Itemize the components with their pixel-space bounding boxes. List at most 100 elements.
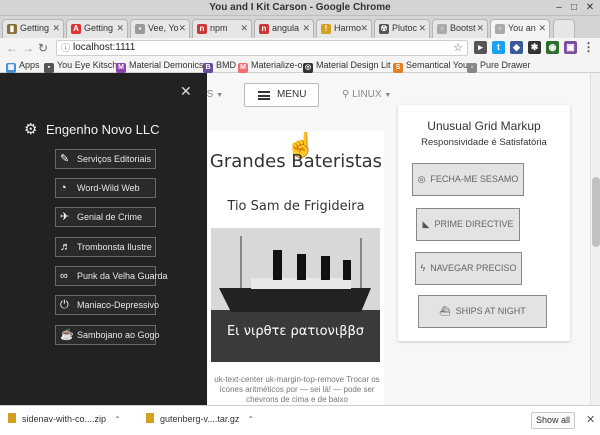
tab-label: Getting — [20, 23, 50, 33]
sidenav-item-sambojano[interactable]: ☕ Sambojano ao Gogo — [55, 325, 160, 345]
tab-close-icon[interactable]: ✕ — [240, 20, 248, 37]
card-title: Grandes Bateristas — [209, 151, 383, 172]
maximize-icon[interactable]: □ — [567, 2, 581, 14]
angular-icon: A — [71, 24, 81, 34]
extension-icon[interactable]: ▣ — [564, 41, 577, 54]
back-icon[interactable]: ← — [6, 40, 18, 56]
sidenav-item-servicos[interactable]: ✎ Serviços Editoriais — [55, 149, 156, 169]
tab-close-icon[interactable]: ✕ — [418, 20, 426, 37]
bookmark-item[interactable]: M Materialize-o — [238, 59, 303, 73]
browser-toolbar: ← → ↻ ⓘ localhost:1111 ☆ ▸ t ◆ ✱ ◉ ▣ ⋮ — [0, 38, 600, 58]
bookmark-icon: ▪ — [44, 63, 54, 73]
download-item[interactable]: gutenberg-v....tar.gz ⌃ — [146, 413, 254, 424]
bookmark-icon: M — [238, 63, 248, 73]
bookmark-icon: ▫ — [467, 63, 477, 73]
fecha-me-sesamo-button[interactable]: ◎ FECHA-ME SESAMO — [412, 163, 524, 196]
card-grid-markup: Unusual Grid Markup Responsividade é Sat… — [398, 105, 570, 341]
forward-icon[interactable]: → — [22, 40, 34, 56]
twitter-icon[interactable]: t — [492, 41, 505, 54]
address-bar[interactable]: ⓘ localhost:1111 ☆ — [56, 40, 468, 56]
menu-kebab-icon[interactable]: ⋮ — [582, 41, 595, 54]
ships-at-night-button[interactable]: ⛴ SHIPS AT NIGHT — [418, 295, 547, 328]
archive-icon — [8, 413, 16, 423]
tab-close-icon[interactable]: ✕ — [476, 20, 484, 37]
extension-icon[interactable]: ◆ — [510, 41, 523, 54]
new-tab-button[interactable] — [553, 19, 575, 38]
browser-tab[interactable]: ! Harmo ✕ — [316, 19, 372, 38]
bookmark-item[interactable]: B BMD — [203, 59, 236, 73]
tab-close-icon[interactable]: ✕ — [116, 20, 124, 37]
info-icon[interactable]: ⓘ — [61, 41, 70, 55]
menu-button[interactable]: MENU — [244, 83, 319, 107]
extension-icon[interactable]: ▸ — [474, 41, 487, 54]
card-body-text: uk-text-center uk-margin-top-remove Troc… — [214, 375, 380, 404]
tab-label: Harmo — [334, 23, 362, 33]
image-caption: Ει νιρθτε ρατιονιββσ — [226, 324, 365, 339]
infinity-icon: ∞ — [60, 270, 68, 282]
page-icon: ▫ — [437, 24, 447, 34]
bookmark-item[interactable]: ◎ Material Design Lit — [303, 59, 391, 73]
tab-close-icon[interactable]: ✕ — [302, 20, 310, 37]
bolt-icon: ϟ — [420, 263, 426, 273]
sidenav-item-crime[interactable]: ✈ Genial de Crime — [55, 207, 156, 227]
coffee-icon: ☕ — [60, 329, 74, 341]
browser-tab[interactable]: ☢ Plutoc ✕ — [374, 19, 430, 38]
browser-tab[interactable]: ▫ Bootst ✕ — [432, 19, 488, 38]
sidenav-item-web[interactable]: ◔ Word-Wild Web — [55, 178, 156, 198]
close-icon[interactable]: ✕ — [586, 413, 595, 426]
sidenav-panel: ✕ ⚙ Engenho Novo LLC ✎ Serviços Editoriais… — [0, 73, 207, 405]
chevron-up-icon[interactable]: ⌃ — [114, 415, 121, 424]
bookmark-apps[interactable]: ▦ Apps — [6, 59, 40, 73]
shoe-icon: ◣ — [422, 219, 430, 229]
browser-tab[interactable]: n npm ✕ — [192, 19, 252, 38]
tab-close-icon[interactable]: ✕ — [52, 20, 60, 37]
sidenav-item-punk[interactable]: ∞ Punk da Velha Guarda — [55, 266, 168, 286]
scrollbar-thumb[interactable] — [592, 177, 600, 247]
bookmark-item[interactable]: S Semantical You — [393, 59, 468, 73]
prime-directive-button[interactable]: ◣ PRIME DIRECTIVE — [416, 208, 520, 241]
browser-tab[interactable]: n angula ✕ — [254, 19, 314, 38]
extension-icon[interactable]: ◉ — [546, 41, 559, 54]
extension-icon[interactable]: ✱ — [528, 41, 541, 54]
bookmark-item[interactable]: M Material Demonics — [116, 59, 204, 73]
npm-icon: n — [259, 24, 269, 34]
ship-photo: Ει νιρθτε ρατιονιββσ — [211, 228, 380, 362]
nav-item-linux[interactable]: ⚲ LINUX ▼ — [342, 84, 391, 107]
tab-label: angula — [272, 23, 300, 33]
tab-label: Bootst — [450, 23, 476, 33]
browser-tab[interactable]: ▪ Vee, Yo ✕ — [130, 19, 190, 38]
tab-close-icon[interactable]: ✕ — [538, 20, 546, 37]
close-icon[interactable]: ✕ — [180, 83, 192, 100]
window-titlebar: You and I Kit Carson - Google Chrome – □… — [0, 0, 600, 16]
browser-tab[interactable]: ▮ Getting ✕ — [2, 19, 64, 38]
tab-close-icon[interactable]: ✕ — [360, 20, 368, 37]
book-icon: ▮ — [7, 24, 17, 34]
gears-icon: ⚙ — [24, 121, 38, 138]
bookmark-item[interactable]: ▫ Pure Drawer — [467, 59, 531, 73]
sidenav-item-trombonsta[interactable]: ♬ Trombonsta Ilustre — [55, 237, 156, 257]
linux-icon: ⚲ — [342, 89, 350, 100]
page-scrollbar[interactable] — [590, 73, 600, 405]
sidenav-item-maniaco[interactable]: ⏻ Maniaco-Depressivo — [55, 295, 159, 315]
navegar-preciso-button[interactable]: ϟ NAVEGAR PRECISO — [415, 252, 522, 285]
download-item[interactable]: sidenav-with-co....zip ⌃ — [8, 413, 121, 424]
bookmark-star-icon[interactable]: ☆ — [453, 41, 463, 55]
pencil-icon: ✎ — [60, 153, 70, 165]
downloads-bar: sidenav-with-co....zip ⌃ gutenberg-v....t… — [0, 405, 600, 435]
chevron-up-icon[interactable]: ⌃ — [247, 415, 254, 424]
tab-label: You an — [508, 23, 536, 33]
close-window-icon[interactable]: ✕ — [583, 2, 597, 14]
playlist-icon: ♬ — [60, 241, 71, 253]
satellite-dish-icon: ◔ — [60, 182, 67, 194]
card-bateristas: ☝ Grandes Bateristas Tio Sam de Frigidei… — [208, 131, 384, 405]
tab-label: npm — [210, 23, 228, 33]
sidenav-brand: ⚙ Engenho Novo LLC — [24, 121, 160, 138]
minimize-icon[interactable]: – — [552, 2, 566, 14]
show-all-button[interactable]: Show all — [531, 412, 575, 429]
tab-close-icon[interactable]: ✕ — [178, 20, 186, 37]
bookmark-icon: S — [393, 63, 403, 73]
reload-icon[interactable]: ↻ — [38, 40, 48, 56]
browser-tab-active[interactable]: ▫ You an ✕ — [490, 19, 550, 38]
bookmark-item[interactable]: ▪ You Eye Kitsch — [44, 59, 117, 73]
browser-tab[interactable]: A Getting ✕ — [66, 19, 128, 38]
